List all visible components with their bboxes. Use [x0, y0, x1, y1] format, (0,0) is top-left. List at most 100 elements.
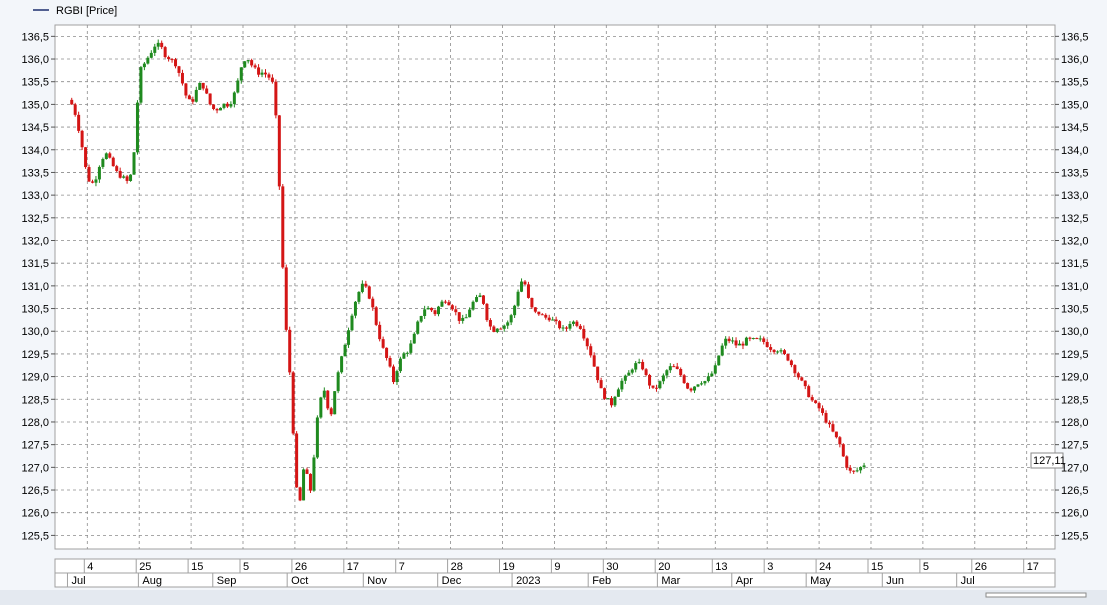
candle-body [634, 363, 638, 370]
candle-body [174, 59, 178, 67]
candle-body [423, 309, 427, 316]
candle-body [644, 369, 648, 375]
x-month-label: Mar [661, 575, 680, 587]
candle-body [710, 373, 714, 377]
candle-body [70, 99, 74, 105]
candle-body [263, 72, 267, 75]
candle-body [77, 114, 81, 131]
y-tick-label-right: 126,0 [1061, 508, 1089, 520]
candle-body [353, 301, 357, 316]
candle-body [547, 317, 551, 321]
y-tick-label-right: 130,5 [1061, 304, 1089, 316]
candle-body [485, 303, 489, 321]
y-tick-label-right: 130,0 [1061, 326, 1089, 338]
x-day-label: 3 [767, 561, 773, 573]
x-day-label: 17 [347, 561, 359, 573]
candle-body [654, 387, 658, 389]
candle-body [90, 181, 94, 183]
candle-body [416, 321, 420, 334]
candle-body [108, 153, 112, 158]
candle-body [97, 166, 101, 180]
candle-body [274, 81, 278, 116]
candle-body [686, 383, 690, 389]
candle-body [592, 355, 596, 367]
x-day-label: 5 [923, 561, 929, 573]
candle-body [160, 42, 164, 48]
candle-body [187, 95, 191, 100]
candle-body [495, 328, 499, 332]
y-tick-label-left: 128,0 [21, 417, 49, 429]
y-tick-label-right: 131,5 [1061, 258, 1089, 270]
candle-body [748, 337, 752, 339]
candle-body [544, 314, 548, 318]
candle-body [758, 338, 762, 340]
candle-body [101, 159, 105, 167]
y-tick-label-left: 134,0 [21, 145, 49, 157]
candle-body [270, 77, 274, 82]
scrollbar-thumb[interactable] [985, 592, 1087, 598]
x-month-label: 2023 [516, 575, 540, 587]
candle-body [852, 470, 856, 472]
y-tick-label-left: 132,5 [21, 213, 49, 225]
y-tick-label-left: 131,5 [21, 258, 49, 270]
y-tick-label-right: 126,5 [1061, 485, 1089, 497]
candle-body [132, 152, 136, 175]
y-tick-label-left: 132,0 [21, 235, 49, 247]
candle-body [350, 315, 354, 331]
candle-body [637, 361, 641, 364]
candle-body [236, 80, 240, 93]
candle-body [502, 325, 506, 329]
candle-body [378, 324, 382, 340]
candle-body [464, 317, 468, 319]
candle-body [827, 422, 831, 425]
candle-body [291, 372, 295, 434]
candle-body [229, 104, 233, 107]
x-month-label: Feb [592, 575, 611, 587]
scrollbar-track[interactable] [0, 590, 1107, 605]
candle-body [267, 74, 271, 78]
candle-body [340, 356, 344, 373]
legend-label: RGBI [Price] [56, 5, 117, 17]
y-tick-label-right: 132,0 [1061, 235, 1089, 247]
x-day-label: 4 [87, 561, 93, 573]
x-month-label: Jul [961, 575, 975, 587]
candle-body [135, 102, 139, 153]
candle-body [94, 179, 98, 183]
y-tick-label-right: 131,0 [1061, 281, 1089, 293]
candle-body [440, 301, 444, 307]
y-tick-label-right: 133,5 [1061, 167, 1089, 179]
candle-body [848, 467, 852, 471]
candle-body [315, 417, 319, 458]
y-tick-label-right: 127,5 [1061, 440, 1089, 452]
x-day-label: 28 [451, 561, 463, 573]
candle-body [395, 371, 399, 383]
candle-body [205, 88, 209, 94]
candle-body [793, 365, 797, 374]
candle-body [859, 466, 863, 471]
candle-body [509, 315, 513, 323]
plot-area [54, 24, 1056, 550]
candle-body [620, 380, 624, 390]
candle-body [180, 72, 184, 84]
candle-body [215, 108, 219, 111]
candle-body [118, 170, 122, 178]
candle-body [284, 267, 288, 330]
candle-body [520, 281, 524, 292]
candle-body [225, 103, 229, 107]
candle-body [312, 457, 316, 491]
candle-body [426, 307, 430, 310]
candle-body [658, 381, 662, 389]
x-day-label: 7 [399, 561, 405, 573]
candle-body [153, 46, 157, 53]
candle-body [668, 366, 672, 371]
x-day-label: 19 [503, 561, 515, 573]
candle-body [682, 375, 686, 384]
candle-body [675, 366, 679, 369]
candle-body [104, 153, 108, 160]
candle-body [627, 372, 631, 376]
candle-body [717, 355, 721, 366]
candle-body [194, 89, 198, 102]
candle-body [776, 351, 780, 353]
x-day-label: 9 [554, 561, 560, 573]
candle-body [336, 372, 340, 392]
